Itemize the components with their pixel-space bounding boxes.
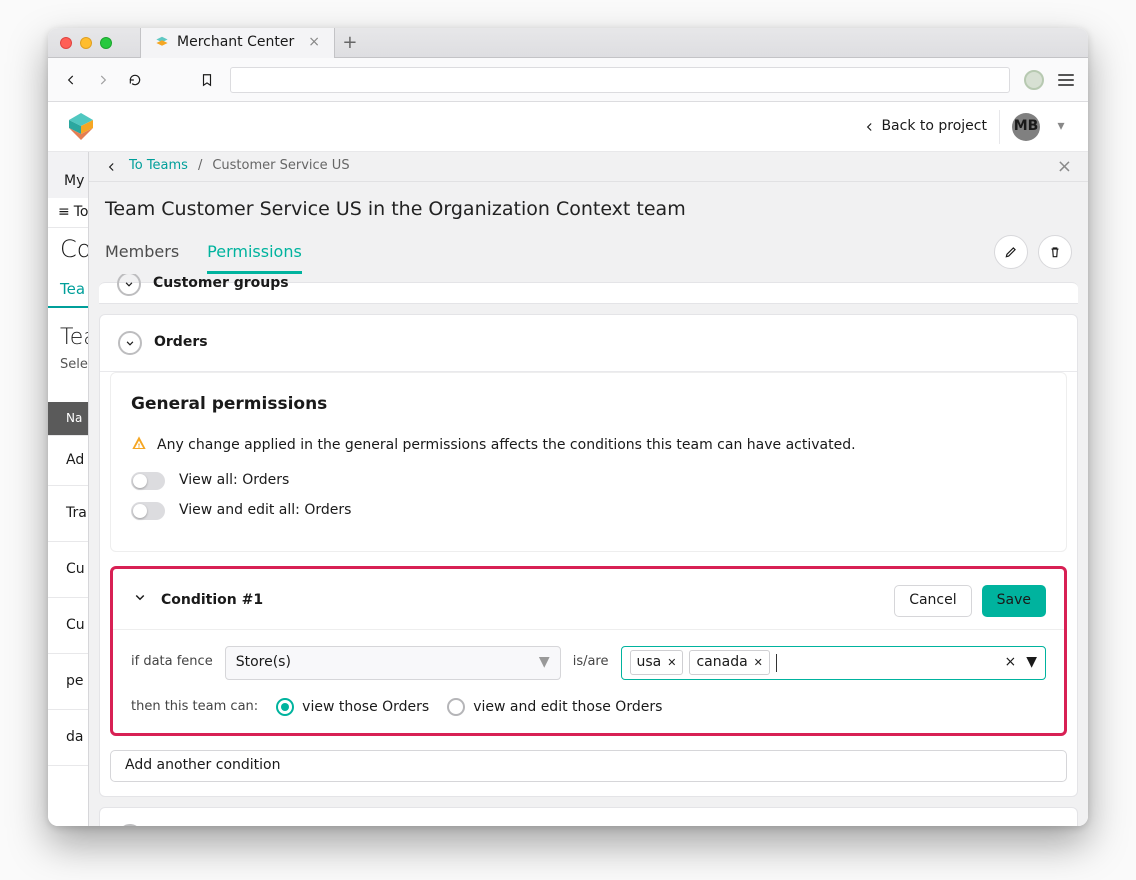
browser-tab[interactable]: Merchant Center × bbox=[140, 28, 335, 58]
section-orders: Orders General permissions Any change ap… bbox=[99, 314, 1078, 797]
back-to-project-label: Back to project bbox=[881, 117, 987, 137]
save-button[interactable]: Save bbox=[982, 585, 1046, 617]
app-header: Back to project MB ▾ bbox=[48, 102, 1088, 152]
tab-members[interactable]: Members bbox=[105, 241, 179, 274]
browser-toolbar bbox=[48, 58, 1088, 102]
remove-tag-icon[interactable]: ✕ bbox=[667, 655, 676, 670]
tag-usa[interactable]: usa ✕ bbox=[630, 650, 684, 676]
tab-favicon-icon bbox=[155, 36, 169, 50]
user-avatar[interactable]: MB bbox=[1012, 113, 1040, 141]
data-fence-select[interactable]: Store(s) ▼ bbox=[225, 646, 561, 680]
breadcrumb: To Teams / Customer Service US × bbox=[89, 152, 1088, 182]
window-minimize-dot[interactable] bbox=[80, 37, 92, 49]
warning-text: Any change applied in the general permis… bbox=[157, 436, 856, 456]
radio-icon bbox=[276, 698, 294, 716]
browser-menu-icon[interactable] bbox=[1058, 74, 1074, 86]
url-bar[interactable] bbox=[230, 67, 1010, 93]
tab-title: Merchant Center bbox=[177, 33, 294, 53]
if-label: if data fence bbox=[131, 653, 213, 671]
add-condition-button[interactable]: Add another condition bbox=[110, 750, 1067, 782]
app-logo-icon[interactable] bbox=[66, 113, 96, 141]
caret-down-icon: ▼ bbox=[539, 653, 550, 673]
page-title: Team Customer Service US in the Organiza… bbox=[105, 196, 1072, 223]
tab-close-icon[interactable]: × bbox=[308, 33, 320, 53]
team-detail-panel: To Teams / Customer Service US × Team Cu… bbox=[88, 152, 1088, 826]
back-to-project-link[interactable]: Back to project bbox=[863, 117, 987, 137]
text-cursor bbox=[776, 654, 777, 672]
chevron-down-icon bbox=[117, 274, 141, 296]
breadcrumb-current: Customer Service US bbox=[212, 157, 349, 175]
toggle-view-all-orders-label: View all: Orders bbox=[179, 471, 289, 491]
radio-view-edit-orders[interactable]: view and edit those Orders bbox=[447, 698, 662, 718]
user-menu-caret-icon[interactable]: ▾ bbox=[1052, 118, 1070, 136]
condition-editor: Condition #1 Cancel Save if data fence bbox=[110, 566, 1067, 737]
warning-icon bbox=[131, 435, 147, 458]
panel-close-icon[interactable]: × bbox=[1057, 154, 1072, 179]
window-titlebar: Merchant Center × + bbox=[48, 28, 1088, 58]
edit-button[interactable] bbox=[994, 235, 1028, 269]
window-close-dot[interactable] bbox=[60, 37, 72, 49]
reload-icon[interactable] bbox=[126, 71, 144, 89]
new-tab-button[interactable]: + bbox=[335, 28, 365, 58]
section-orders-header[interactable]: Orders bbox=[100, 315, 1077, 372]
cancel-button[interactable]: Cancel bbox=[894, 585, 971, 617]
then-label: then this team can: bbox=[131, 698, 258, 716]
store-tags-input[interactable]: usa ✕ canada ✕ × bbox=[621, 646, 1047, 680]
delete-button[interactable] bbox=[1038, 235, 1072, 269]
clear-tags-icon[interactable]: × bbox=[1004, 653, 1016, 673]
chevron-down-icon[interactable] bbox=[131, 588, 149, 613]
section-product-discounts[interactable]: Product discounts bbox=[99, 807, 1078, 826]
profile-avatar-icon[interactable] bbox=[1024, 70, 1044, 90]
general-permissions-title: General permissions bbox=[131, 393, 1046, 417]
breadcrumb-back-link[interactable]: To Teams bbox=[129, 157, 188, 175]
chevron-right-icon bbox=[118, 824, 142, 826]
panel-header: Team Customer Service US in the Organiza… bbox=[89, 182, 1088, 274]
toggle-view-edit-all-orders[interactable] bbox=[131, 502, 165, 520]
condition-title: Condition #1 bbox=[161, 591, 263, 611]
chevron-down-icon bbox=[118, 331, 142, 355]
section-customer-groups[interactable]: Customer groups bbox=[99, 282, 1078, 304]
nav-forward-icon bbox=[94, 71, 112, 89]
caret-down-icon[interactable]: ▼ bbox=[1026, 653, 1037, 673]
general-permissions-card: General permissions Any change applied i… bbox=[110, 372, 1067, 552]
nav-back-icon[interactable] bbox=[62, 71, 80, 89]
tag-canada[interactable]: canada ✕ bbox=[689, 650, 769, 676]
tab-permissions[interactable]: Permissions bbox=[207, 241, 302, 274]
toggle-view-all-orders[interactable] bbox=[131, 472, 165, 490]
isare-label: is/are bbox=[573, 653, 609, 671]
toggle-view-edit-all-orders-label: View and edit all: Orders bbox=[179, 501, 351, 521]
bookmark-icon[interactable] bbox=[198, 71, 216, 89]
radio-icon bbox=[447, 698, 465, 716]
radio-view-orders[interactable]: view those Orders bbox=[276, 698, 429, 718]
remove-tag-icon[interactable]: ✕ bbox=[754, 655, 763, 670]
window-zoom-dot[interactable] bbox=[100, 37, 112, 49]
